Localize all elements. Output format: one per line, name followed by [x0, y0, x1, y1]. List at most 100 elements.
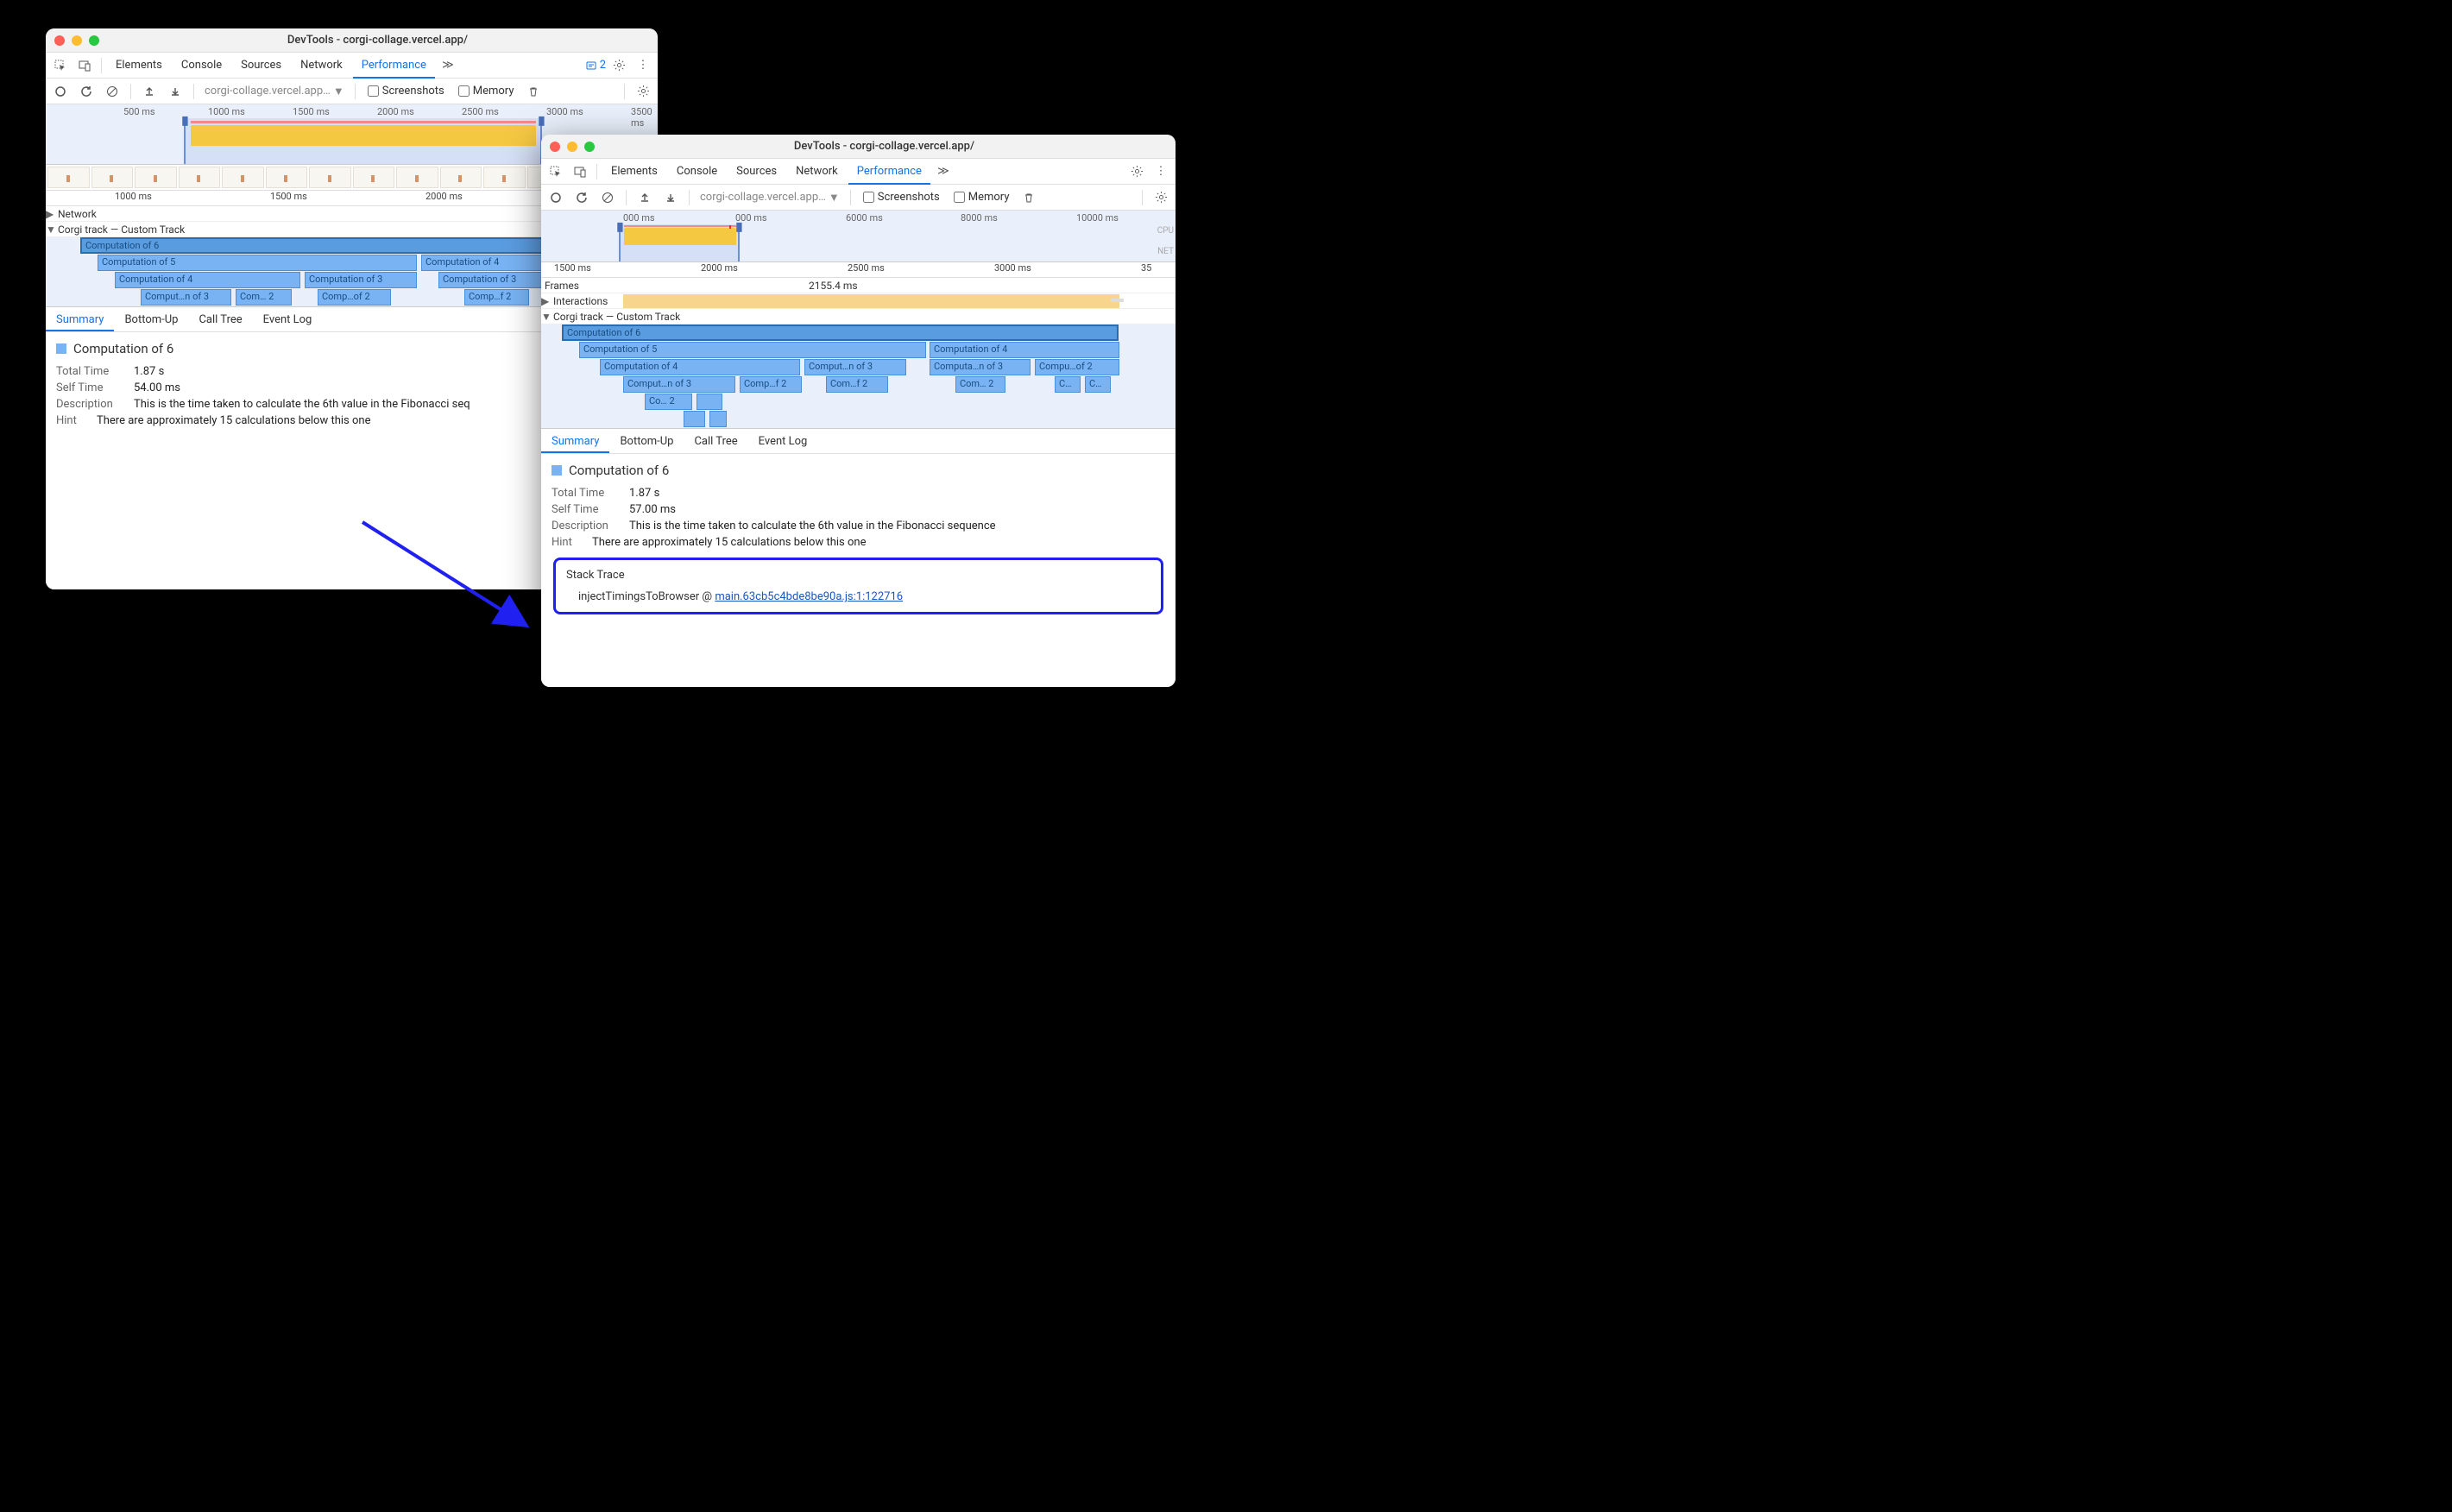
summary-title: Computation of 6 — [73, 341, 173, 356]
flame-bar[interactable]: Comput…n of 3 — [623, 376, 735, 393]
overflow-tabs-icon[interactable]: ≫ — [932, 161, 955, 183]
cpu-activity-bar — [624, 228, 736, 245]
interaction-bar — [623, 294, 1119, 308]
panel-tabs: Elements Console Sources Network Perform… — [541, 159, 1176, 185]
window-title: DevTools - corgi-collage.vercel.app/ — [602, 140, 1167, 153]
download-icon[interactable] — [659, 186, 682, 209]
tab-elements[interactable]: Elements — [602, 159, 666, 185]
flame-bar[interactable]: Compu…of 2 — [1035, 359, 1119, 375]
gear-icon[interactable] — [608, 54, 630, 77]
flame-bar[interactable] — [709, 411, 727, 427]
flame-bar[interactable]: Computa…n of 3 — [930, 359, 1031, 375]
flame-bar[interactable]: C… — [1085, 376, 1111, 393]
upload-icon[interactable] — [138, 80, 161, 103]
maximize-icon[interactable] — [89, 35, 99, 46]
custom-track[interactable]: ▼Corgi track — Custom Track — [541, 309, 1176, 324]
devtools-window-b: DevTools - corgi-collage.vercel.app/ Ele… — [541, 135, 1176, 687]
tab-network[interactable]: Network — [787, 159, 847, 185]
maximize-icon[interactable] — [584, 142, 595, 152]
flame-bar[interactable]: Comput…n of 3 — [804, 359, 906, 375]
screenshots-checkbox[interactable]: Screenshots — [362, 85, 450, 98]
close-icon[interactable] — [550, 142, 560, 152]
flame-bar[interactable]: Computation of 4 — [115, 272, 300, 288]
traffic-lights — [54, 35, 99, 46]
detail-tabs: Summary Bottom-Up Call Tree Event Log — [541, 428, 1176, 454]
memory-checkbox[interactable]: Memory — [453, 85, 520, 98]
minimize-icon[interactable] — [72, 35, 82, 46]
flame-bar[interactable]: Com…f 2 — [826, 376, 888, 393]
flame-bar[interactable]: Computation of 4 — [600, 359, 800, 375]
dtab-bottomup[interactable]: Bottom-Up — [609, 429, 684, 453]
flame-bar[interactable]: Comp…f 2 — [464, 289, 529, 306]
dtab-summary[interactable]: Summary — [46, 307, 114, 331]
perf-toolbar: corgi-collage.vercel.app…▼ Screenshots M… — [46, 79, 658, 104]
gear-icon[interactable] — [1125, 161, 1148, 183]
tab-console[interactable]: Console — [668, 159, 726, 185]
reload-icon[interactable] — [75, 80, 98, 103]
upload-icon[interactable] — [633, 186, 656, 209]
device-mode-icon[interactable] — [569, 161, 591, 183]
kebab-icon[interactable]: ⋮ — [632, 54, 654, 77]
flame-bar[interactable]: Com… 2 — [955, 376, 1005, 393]
trash-icon[interactable] — [1018, 186, 1040, 209]
tab-performance[interactable]: Performance — [848, 159, 930, 185]
clear-icon[interactable] — [596, 186, 619, 209]
flame-bar[interactable]: Computation of 4 — [930, 342, 1119, 358]
kebab-icon[interactable]: ⋮ — [1150, 161, 1172, 183]
memory-checkbox[interactable]: Memory — [949, 191, 1015, 204]
flame-bar[interactable] — [697, 394, 722, 410]
stack-trace-link[interactable]: main.63cb5c4bde8be90a.js:1:122716 — [715, 590, 903, 603]
inspect-icon[interactable] — [49, 54, 72, 77]
url-selector[interactable]: corgi-collage.vercel.app…▼ — [201, 85, 348, 98]
flame-bar[interactable]: Computation of 5 — [579, 342, 926, 358]
dtab-eventlog[interactable]: Event Log — [748, 429, 818, 453]
flame-chart[interactable]: Computation of 6 Computation of 5 Comput… — [541, 324, 1176, 428]
tab-console[interactable]: Console — [173, 53, 230, 79]
dtab-calltree[interactable]: Call Tree — [188, 307, 252, 331]
tab-performance[interactable]: Performance — [353, 53, 435, 79]
color-chip — [552, 465, 562, 476]
record-icon[interactable] — [49, 80, 72, 103]
flame-bar[interactable]: Comput…n of 3 — [141, 289, 231, 306]
stack-trace-box: Stack Trace injectTimingsToBrowser @ mai… — [553, 558, 1163, 614]
flame-bar[interactable]: Computation of 6 — [562, 324, 1119, 341]
tab-sources[interactable]: Sources — [728, 159, 785, 185]
minimize-icon[interactable] — [567, 142, 577, 152]
flame-bar[interactable] — [684, 411, 705, 427]
timeline-overview[interactable]: 000 ms 000 ms 6000 ms 8000 ms 10000 ms ▐… — [541, 211, 1176, 262]
record-icon[interactable] — [545, 186, 567, 209]
tab-sources[interactable]: Sources — [232, 53, 290, 79]
flame-bar[interactable]: Comp…of 2 — [318, 289, 391, 306]
interactions-track[interactable]: ▶Interactions — [541, 293, 1176, 309]
settings-gear-icon[interactable] — [632, 80, 654, 103]
overflow-tabs-icon[interactable]: ≫ — [437, 54, 459, 77]
screenshots-checkbox[interactable]: Screenshots — [858, 191, 945, 204]
flame-bar[interactable]: Computation of 5 — [98, 255, 417, 271]
clear-icon[interactable] — [101, 80, 123, 103]
frames-track[interactable]: Frames 2155.4 ms — [541, 278, 1176, 293]
tab-elements[interactable]: Elements — [107, 53, 171, 79]
issues-badge[interactable]: 2 — [585, 59, 606, 72]
dtab-summary[interactable]: Summary — [541, 429, 609, 453]
flame-bar[interactable]: Computation of 3 — [305, 272, 417, 288]
titlebar: DevTools - corgi-collage.vercel.app/ — [541, 135, 1176, 159]
main-time-ruler: 1500 ms 2000 ms 2500 ms 3000 ms 35 — [541, 262, 1176, 278]
dtab-eventlog[interactable]: Event Log — [253, 307, 323, 331]
flame-bar[interactable]: Co… 2 — [645, 394, 692, 410]
download-icon[interactable] — [164, 80, 186, 103]
summary-title: Computation of 6 — [569, 463, 669, 478]
reload-icon[interactable] — [570, 186, 593, 209]
flame-bar[interactable]: Comp…f 2 — [740, 376, 802, 393]
cpu-activity-bar — [191, 125, 536, 146]
flame-bar[interactable]: Com… 2 — [236, 289, 292, 306]
url-selector[interactable]: corgi-collage.vercel.app…▼ — [697, 191, 843, 205]
dtab-calltree[interactable]: Call Tree — [684, 429, 747, 453]
flame-bar[interactable]: C… — [1055, 376, 1081, 393]
settings-gear-icon[interactable] — [1150, 186, 1172, 209]
device-mode-icon[interactable] — [73, 54, 96, 77]
close-icon[interactable] — [54, 35, 65, 46]
inspect-icon[interactable] — [545, 161, 567, 183]
dtab-bottomup[interactable]: Bottom-Up — [114, 307, 188, 331]
tab-network[interactable]: Network — [292, 53, 351, 79]
trash-icon[interactable] — [522, 80, 545, 103]
